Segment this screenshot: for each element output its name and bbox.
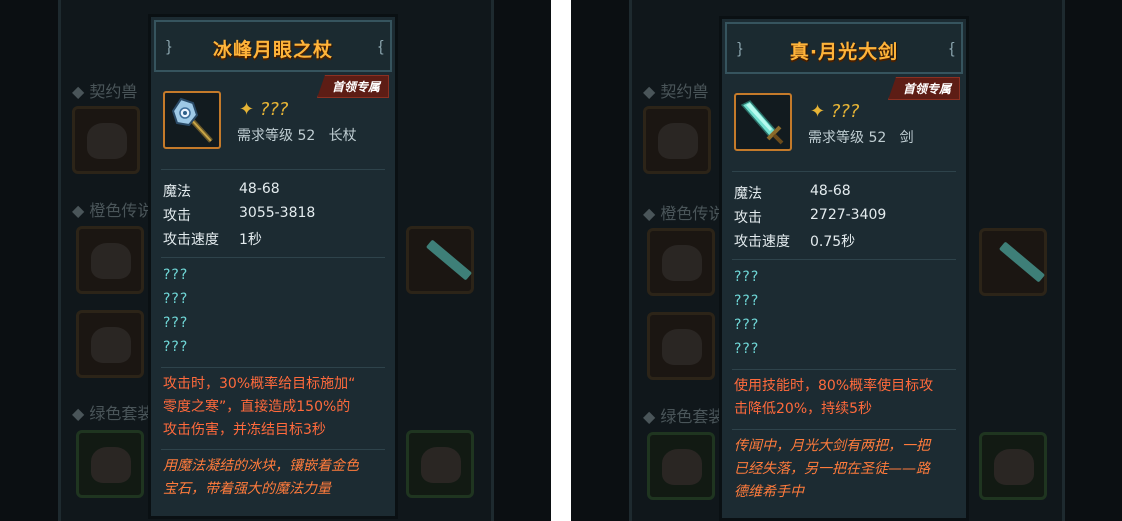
boss-exclusive-badge: 首领专属 bbox=[316, 75, 389, 98]
stat-label-magic: 魔法 bbox=[734, 186, 762, 202]
unknown-affix: ??? bbox=[163, 339, 189, 355]
section-green-set: ◆ 绿色套装 bbox=[72, 404, 154, 423]
screenshot-left: ◆ 契约兽 ◆ 橙色传说 ◆ 绿色套装 ﹜ 冰峰月眼之杖 ﹛ 首领专属 ✦ ??… bbox=[0, 0, 551, 521]
bg-slot-green-2[interactable] bbox=[406, 430, 474, 498]
item-icon-frame bbox=[734, 93, 792, 151]
unknown-affix: ??? bbox=[734, 317, 760, 333]
unknown-affix: ??? bbox=[734, 293, 760, 309]
moonlight-sword-icon bbox=[740, 100, 784, 145]
unknown-affix: ??? bbox=[734, 269, 760, 285]
stat-label-magic: 魔法 bbox=[163, 184, 191, 200]
bg-slot-sword[interactable] bbox=[979, 228, 1047, 296]
unknown-affix: ??? bbox=[163, 291, 189, 307]
stat-label-attack-speed: 攻击速度 bbox=[163, 232, 219, 248]
stat-value-magic: 48-68 bbox=[239, 181, 280, 197]
rarity-icon: ✦ bbox=[239, 99, 255, 120]
stat-label-attack-speed: 攻击速度 bbox=[734, 234, 790, 250]
item-title: 冰峰月眼之杖 bbox=[212, 39, 333, 61]
ice-staff-icon bbox=[171, 97, 213, 143]
bg-slot-legend-2[interactable] bbox=[76, 310, 144, 378]
unknown-affix: ??? bbox=[163, 267, 189, 283]
divider bbox=[161, 449, 385, 450]
item-icon-frame bbox=[163, 91, 221, 149]
stat-label-attack: 攻击 bbox=[163, 208, 191, 224]
stat-value-attack: 3055-3818 bbox=[239, 205, 316, 221]
bg-slot-legend-1[interactable] bbox=[647, 228, 715, 296]
stat-value-magic: 48-68 bbox=[810, 183, 851, 199]
ornament-right-icon: ﹛ bbox=[941, 36, 964, 61]
weapon-type: 长杖 bbox=[328, 128, 357, 144]
rarity-stars: ✦ ??? bbox=[239, 99, 289, 120]
rarity-stars: ✦ ??? bbox=[810, 101, 860, 122]
divider bbox=[732, 369, 956, 370]
divider bbox=[161, 169, 385, 170]
stat-label-attack: 攻击 bbox=[734, 210, 762, 226]
bg-slot-green-1[interactable] bbox=[647, 432, 715, 500]
requirement-line: 需求等级 52 剑 bbox=[808, 130, 914, 146]
stat-value-attack-speed: 1秒 bbox=[239, 232, 262, 248]
boss-exclusive-badge: 首领专属 bbox=[887, 77, 960, 100]
unknown-affix: ??? bbox=[734, 341, 760, 357]
screenshot-right: ◆ 契约兽 ◆ 橙色传说 ◆ 绿色套装 ﹜ 真·月光大剑 ﹛ 首领专属 ✦ ??… bbox=[571, 0, 1122, 521]
section-orange-legend: ◆ 橙色传说 bbox=[643, 204, 725, 223]
divider bbox=[732, 429, 956, 430]
section-contract-beast: ◆ 契约兽 bbox=[72, 82, 138, 101]
item-tooltip: ﹜ 真·月光大剑 ﹛ 首领专属 ✦ ??? 需求等级 52 剑 魔法 48-68… bbox=[719, 16, 969, 521]
bg-slot-sword[interactable] bbox=[406, 226, 474, 294]
divider bbox=[161, 257, 385, 258]
bg-slot-legend-2[interactable] bbox=[647, 312, 715, 380]
bg-slot-beast[interactable] bbox=[643, 106, 711, 174]
bg-slot-green-1[interactable] bbox=[76, 430, 144, 498]
rarity-icon: ✦ bbox=[810, 101, 826, 122]
stat-value-attack-speed: 0.75秒 bbox=[810, 234, 856, 250]
divider bbox=[732, 259, 956, 260]
lore-text: 传闻中，月光大剑有两把，一把 已经失落，另一把在圣徒——路 德维希手中 bbox=[734, 438, 930, 500]
stat-value-attack: 2727-3409 bbox=[810, 207, 887, 223]
requirement-line: 需求等级 52 长杖 bbox=[237, 128, 357, 144]
item-title: 真·月光大剑 bbox=[789, 41, 899, 63]
divider bbox=[161, 367, 385, 368]
divider bbox=[732, 171, 956, 172]
special-effect: 使用技能时，80%概率使目标攻 击降低20%，持续5秒 bbox=[734, 378, 934, 417]
ornament-right-icon: ﹛ bbox=[370, 34, 393, 59]
lore-text: 用魔法凝结的冰块，镶嵌着金色 宝石，带着强大的魔法力量 bbox=[163, 458, 359, 497]
tooltip-header: ﹜ 冰峰月眼之杖 ﹛ bbox=[154, 20, 392, 72]
bg-slot-legend-1[interactable] bbox=[76, 226, 144, 294]
bg-slot-beast[interactable] bbox=[72, 106, 140, 174]
section-contract-beast: ◆ 契约兽 bbox=[643, 82, 709, 101]
section-green-set: ◆ 绿色套装 bbox=[643, 407, 725, 426]
unknown-affix: ??? bbox=[163, 315, 189, 331]
weapon-type: 剑 bbox=[899, 130, 914, 146]
special-effect: 攻击时，30%概率给目标施加“ 零度之寒”，直接造成150%的 攻击伤害，并冻结… bbox=[163, 376, 356, 438]
tooltip-header: ﹜ 真·月光大剑 ﹛ bbox=[725, 22, 963, 74]
bg-slot-green-2[interactable] bbox=[979, 432, 1047, 500]
item-tooltip: ﹜ 冰峰月眼之杖 ﹛ 首领专属 ✦ ??? 需求等级 52 长杖 魔法 48-6… bbox=[148, 14, 398, 519]
section-orange-legend: ◆ 橙色传说 bbox=[72, 201, 154, 220]
